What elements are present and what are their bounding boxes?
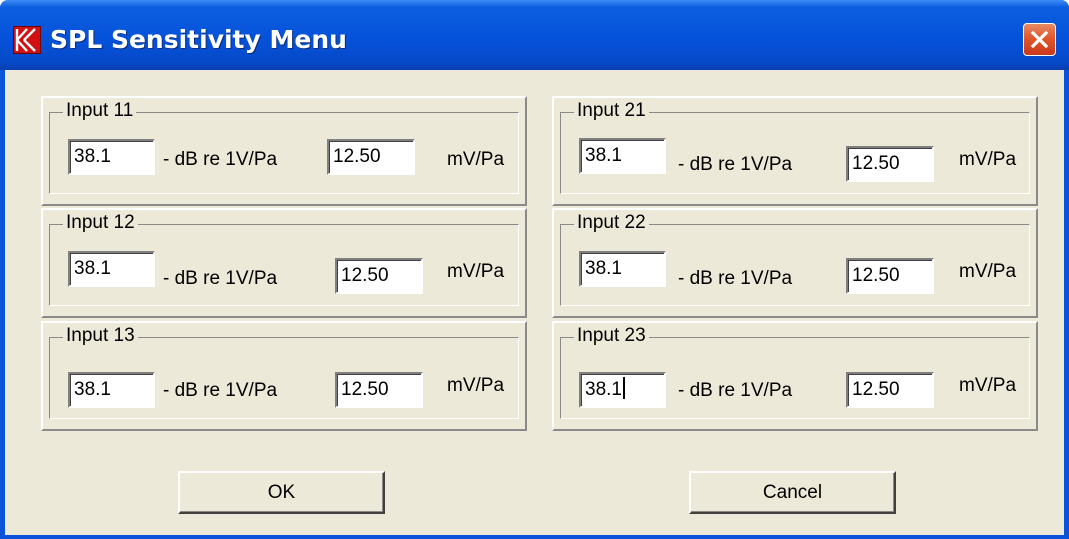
group-label: Input 13: [63, 325, 138, 347]
db-unit-label: - dB re 1V/Pa: [678, 268, 793, 289]
db-input[interactable]: 38.1: [579, 372, 666, 408]
mv-input[interactable]: 12.50: [335, 372, 423, 408]
group-input-23: Input 23 38.1 - dB re 1V/Pa 12.50 mV/Pa: [552, 321, 1038, 431]
mv-input[interactable]: 12.50: [846, 258, 934, 294]
db-unit-label: - dB re 1V/Pa: [163, 149, 278, 170]
window-title: SPL Sensitivity Menu: [50, 25, 347, 54]
db-unit-label: - dB re 1V/Pa: [678, 380, 793, 401]
group-input-12: Input 12 38.1 - dB re 1V/Pa 12.50 mV/Pa: [41, 208, 527, 318]
db-unit-label: - dB re 1V/Pa: [678, 154, 793, 175]
group-input-11: Input 11 38.1 - dB re 1V/Pa 12.50 mV/Pa: [41, 96, 527, 206]
group-input-21: Input 21 38.1 - dB re 1V/Pa 12.50 mV/Pa: [552, 96, 1038, 206]
group-label: Input 22: [574, 212, 649, 234]
mv-unit-label: mV/Pa: [447, 149, 505, 170]
mv-input[interactable]: 12.50: [846, 372, 934, 408]
group-input-13: Input 13 38.1 - dB re 1V/Pa 12.50 mV/Pa: [41, 321, 527, 431]
dialog-body: Input 11 38.1 - dB re 1V/Pa 12.50 mV/Pa …: [5, 70, 1064, 535]
title-bar[interactable]: SPL Sensitivity Menu: [0, 0, 1069, 70]
db-input[interactable]: 38.1: [579, 251, 666, 287]
db-input[interactable]: 38.1: [68, 251, 155, 287]
mv-unit-label: mV/Pa: [959, 375, 1017, 396]
close-button[interactable]: [1023, 23, 1056, 56]
ok-button[interactable]: OK: [178, 471, 385, 514]
group-label: Input 11: [63, 100, 137, 122]
mv-input[interactable]: 12.50: [335, 258, 423, 294]
group-label: Input 21: [574, 100, 649, 122]
db-unit-label: - dB re 1V/Pa: [163, 268, 278, 289]
mv-input[interactable]: 12.50: [327, 139, 415, 175]
close-x-icon: [1030, 30, 1049, 49]
k-logo-icon: [13, 26, 41, 54]
mv-unit-label: mV/Pa: [447, 375, 505, 396]
db-input[interactable]: 38.1: [68, 372, 155, 408]
group-input-22: Input 22 38.1 - dB re 1V/Pa 12.50 mV/Pa: [552, 208, 1038, 318]
cancel-button[interactable]: Cancel: [689, 471, 896, 514]
group-label: Input 12: [63, 212, 138, 234]
mv-unit-label: mV/Pa: [959, 261, 1017, 282]
db-input[interactable]: 38.1: [579, 138, 666, 174]
db-unit-label: - dB re 1V/Pa: [163, 380, 278, 401]
group-label: Input 23: [574, 325, 649, 347]
mv-unit-label: mV/Pa: [447, 261, 505, 282]
mv-unit-label: mV/Pa: [959, 149, 1017, 170]
db-input[interactable]: 38.1: [68, 139, 155, 175]
dialog-window: SPL Sensitivity Menu Input 11 38.1 - dB …: [0, 0, 1069, 539]
mv-input[interactable]: 12.50: [846, 146, 934, 182]
